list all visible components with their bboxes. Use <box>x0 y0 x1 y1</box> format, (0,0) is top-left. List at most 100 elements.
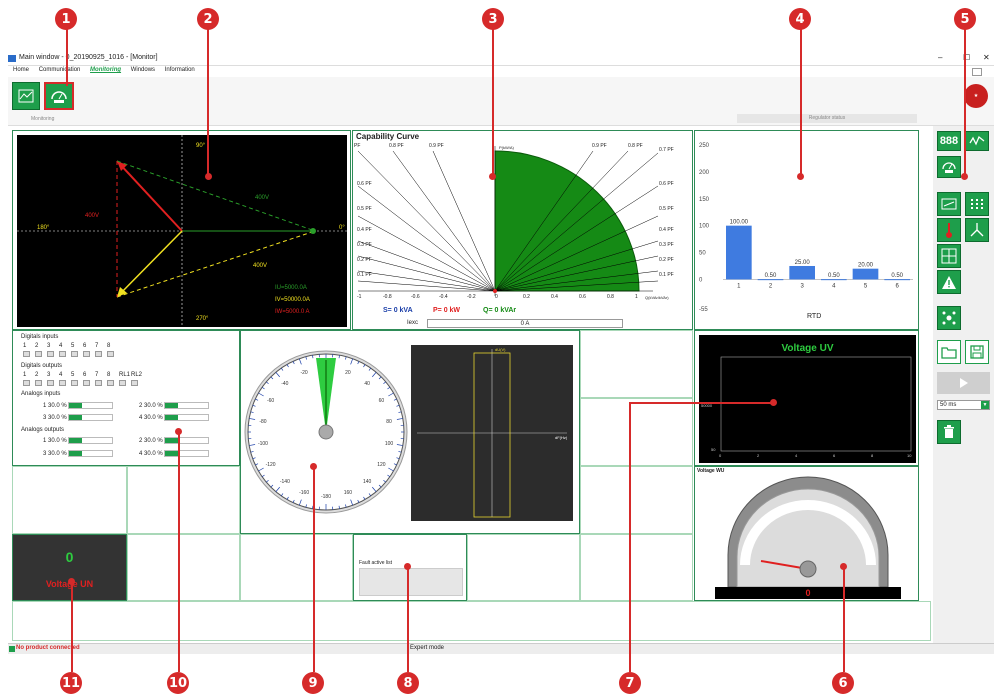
x-tick: 6 <box>833 453 836 458</box>
graph-tool-button[interactable] <box>12 82 40 110</box>
voltage-wu-readout: 0 <box>715 587 901 599</box>
rtd-bar-label: 0.50 <box>891 273 903 279</box>
analog-output-1: 1 30.0 % <box>43 437 114 446</box>
network-button[interactable] <box>937 306 961 330</box>
ribbon-group-monitoring: Monitoring <box>31 116 55 122</box>
voltage-un-panel: 0 Voltage UN <box>12 534 127 601</box>
grid-cell <box>127 466 240 534</box>
pf-left-1: 0.8 PF <box>389 143 404 149</box>
rtd-bar-label: 0.50 <box>765 273 777 279</box>
digital-display-button[interactable]: 888 <box>937 131 961 151</box>
restore-icon[interactable] <box>972 68 982 76</box>
apparent-power-readout: S= 0 kVA <box>383 307 413 314</box>
callout-7-line <box>629 402 631 672</box>
rtd-category-label: 3 <box>800 283 804 289</box>
menu-windows[interactable]: Windows <box>131 67 155 73</box>
open-folder-button[interactable] <box>937 340 961 364</box>
rtd-panel: 250 200 150 100 50 0 -55 100.00 1 0.50 2 25.00 3 0.50… <box>694 130 919 330</box>
current-iw-label: IW=5000.0 A <box>275 309 310 315</box>
dial-label: -20 <box>300 370 307 376</box>
voltage-uv-y-bottom: 50 <box>711 447 716 452</box>
rtd-title: RTD <box>807 313 822 320</box>
pf-right-1: 0.8 PF <box>628 143 643 149</box>
ai-number: 4 <box>139 415 143 422</box>
dial-label: -40 <box>281 381 288 387</box>
scope-du-label: dU(V) <box>495 347 506 352</box>
dial-label: -160 <box>299 490 309 496</box>
callout-2-dot <box>205 173 212 180</box>
voltage-vw-label: 400V <box>253 263 268 269</box>
grid-cell <box>467 534 580 601</box>
callout-5-line <box>964 28 966 176</box>
rtd-y-tick: -55 <box>699 307 708 313</box>
digital-output-indicator <box>35 380 42 386</box>
menu-communication[interactable]: Communication <box>39 67 81 73</box>
pf-left-3: 0.6 PF <box>357 181 372 187</box>
rtd-y-tick: 250 <box>699 143 710 149</box>
play-button[interactable] <box>937 372 990 394</box>
pf-left-0: PF <box>354 143 361 149</box>
fault-list-box[interactable] <box>359 568 463 596</box>
trend-chart-button[interactable] <box>965 131 989 151</box>
vector-diagram-canvas: 90° 0° 180° 270° 400V 400V 400V IU=5000.… <box>17 135 347 327</box>
menu-home[interactable]: Home <box>13 67 29 73</box>
refresh-rate-select[interactable]: 50 ms ▼ <box>937 400 990 410</box>
dial-label: 140 <box>363 479 372 485</box>
sync-scope-button[interactable] <box>937 244 961 268</box>
voltage-wu-title: Voltage WU <box>697 468 725 474</box>
warning-button[interactable] <box>937 270 961 294</box>
digital-input-number: 3 <box>47 343 51 349</box>
callout-9: 9 <box>302 672 324 694</box>
mode-status: Expert mode <box>410 645 445 651</box>
minimize-button[interactable]: – <box>938 53 942 62</box>
digital-output-number: 4 <box>59 372 63 378</box>
digital-output-number: 2 <box>35 372 39 378</box>
capability-y-axis-label: P(kW/A) <box>499 145 514 150</box>
pf-left-8: 0.1 PF <box>357 272 372 278</box>
thermometer-button[interactable] <box>937 218 961 242</box>
vector-view-button[interactable] <box>937 192 961 216</box>
angle-270-label: 270° <box>196 316 209 322</box>
grid-cell <box>240 534 353 601</box>
save-button[interactable] <box>965 340 989 364</box>
angle-180-label: 180° <box>37 225 50 231</box>
callout-4-dot <box>797 173 804 180</box>
digital-input-number: 2 <box>35 343 39 349</box>
synchroscope-panel: 020406080100120140160-180-160-140-120-10… <box>240 330 580 534</box>
close-button[interactable]: ✕ <box>983 53 990 62</box>
callout-6-dot <box>840 563 847 570</box>
ao-bar <box>68 437 114 444</box>
current-iv-label: IV=50000.0A <box>275 297 310 303</box>
digital-outputs-numbers: 1 2 3 4 5 6 7 8 RL1RL2 <box>23 372 143 378</box>
rtd-category-label: 5 <box>864 283 868 289</box>
digital-output-number: 7 <box>95 372 99 378</box>
digital-inputs-title: Digitals inputs <box>21 334 59 340</box>
sync-scope-svg <box>417 349 567 518</box>
callout-6: 6 <box>832 672 854 694</box>
trash-icon[interactable] <box>937 420 961 444</box>
app-icon <box>8 55 16 62</box>
voltage-un-value: 0 <box>65 549 74 565</box>
x-tick: 0.4 <box>551 294 558 300</box>
menu-information[interactable]: Information <box>165 67 195 73</box>
io-grid-button[interactable] <box>965 192 989 216</box>
analog-input-4: 4 30.0 % <box>139 414 210 423</box>
menu-monitoring[interactable]: Monitoring <box>90 67 121 73</box>
digital-inputs-indicators <box>23 351 119 359</box>
fault-list-title: Fault active list <box>359 560 393 566</box>
gauge-tool-button[interactable] <box>44 82 74 110</box>
voltage-wu-gauge <box>727 476 889 588</box>
callout-3-line <box>492 28 494 176</box>
status-indicator-icon <box>9 646 15 652</box>
ao-number: 3 <box>43 451 47 458</box>
angle-90-label: 90° <box>196 143 206 149</box>
three-phase-button[interactable] <box>965 218 989 242</box>
x-tick: 2 <box>757 453 760 458</box>
digital-input-indicator <box>35 351 42 357</box>
x-tick: -0.4 <box>439 294 448 300</box>
gauge-button[interactable] <box>937 156 961 178</box>
callout-4: 4 <box>789 8 811 30</box>
voltage-uv-panel: Voltage UV 50000 50 0 2 4 6 8 10 <box>694 330 919 466</box>
ai-value: 30.0 % <box>144 403 163 410</box>
chevron-down-icon: ▼ <box>981 401 989 409</box>
